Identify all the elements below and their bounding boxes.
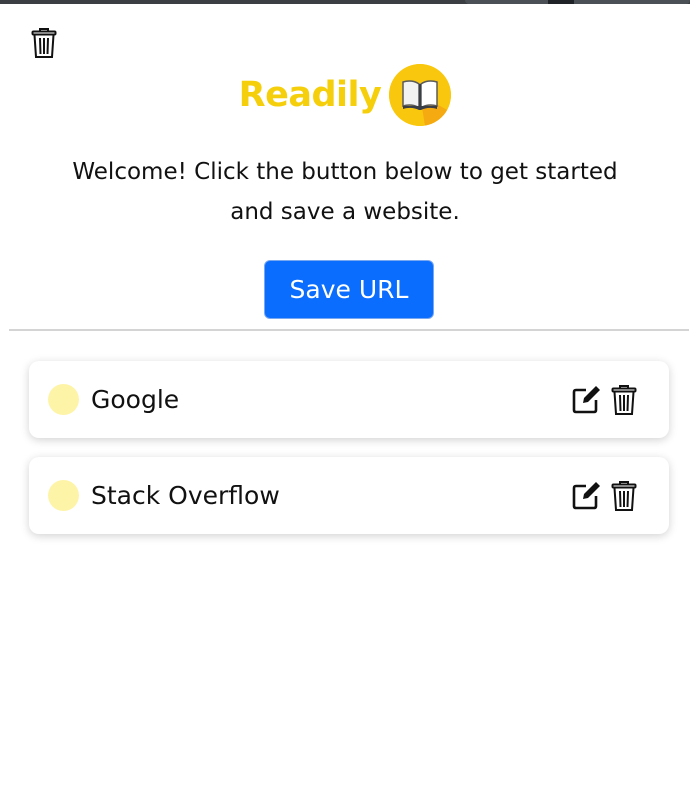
trash-icon[interactable] <box>609 383 639 417</box>
site-title-link[interactable]: Stack Overflow <box>91 481 280 510</box>
clear-all-button[interactable] <box>29 26 59 62</box>
edit-icon[interactable] <box>571 479 601 513</box>
item-actions <box>571 479 639 513</box>
save-url-button[interactable]: Save URL <box>264 260 434 319</box>
status-dot <box>48 480 79 511</box>
trash-icon[interactable] <box>609 479 639 513</box>
saved-sites-list: Google Stack Overflow <box>29 361 669 553</box>
browser-toolbar-edge <box>465 0 690 4</box>
site-title-link[interactable]: Google <box>91 385 179 414</box>
book-icon <box>389 64 452 126</box>
window-top-strip <box>0 0 690 4</box>
list-item: Stack Overflow <box>29 457 669 534</box>
list-item: Google <box>29 361 669 438</box>
app-title: Readily <box>238 75 382 115</box>
section-divider <box>9 329 689 331</box>
trash-icon <box>31 27 57 62</box>
browser-toolbar-notch <box>548 0 574 4</box>
item-actions <box>571 383 639 417</box>
edit-icon[interactable] <box>571 383 601 417</box>
status-dot <box>48 384 79 415</box>
welcome-message: Welcome! Click the button below to get s… <box>72 159 618 225</box>
app-header: Readily <box>0 62 690 128</box>
